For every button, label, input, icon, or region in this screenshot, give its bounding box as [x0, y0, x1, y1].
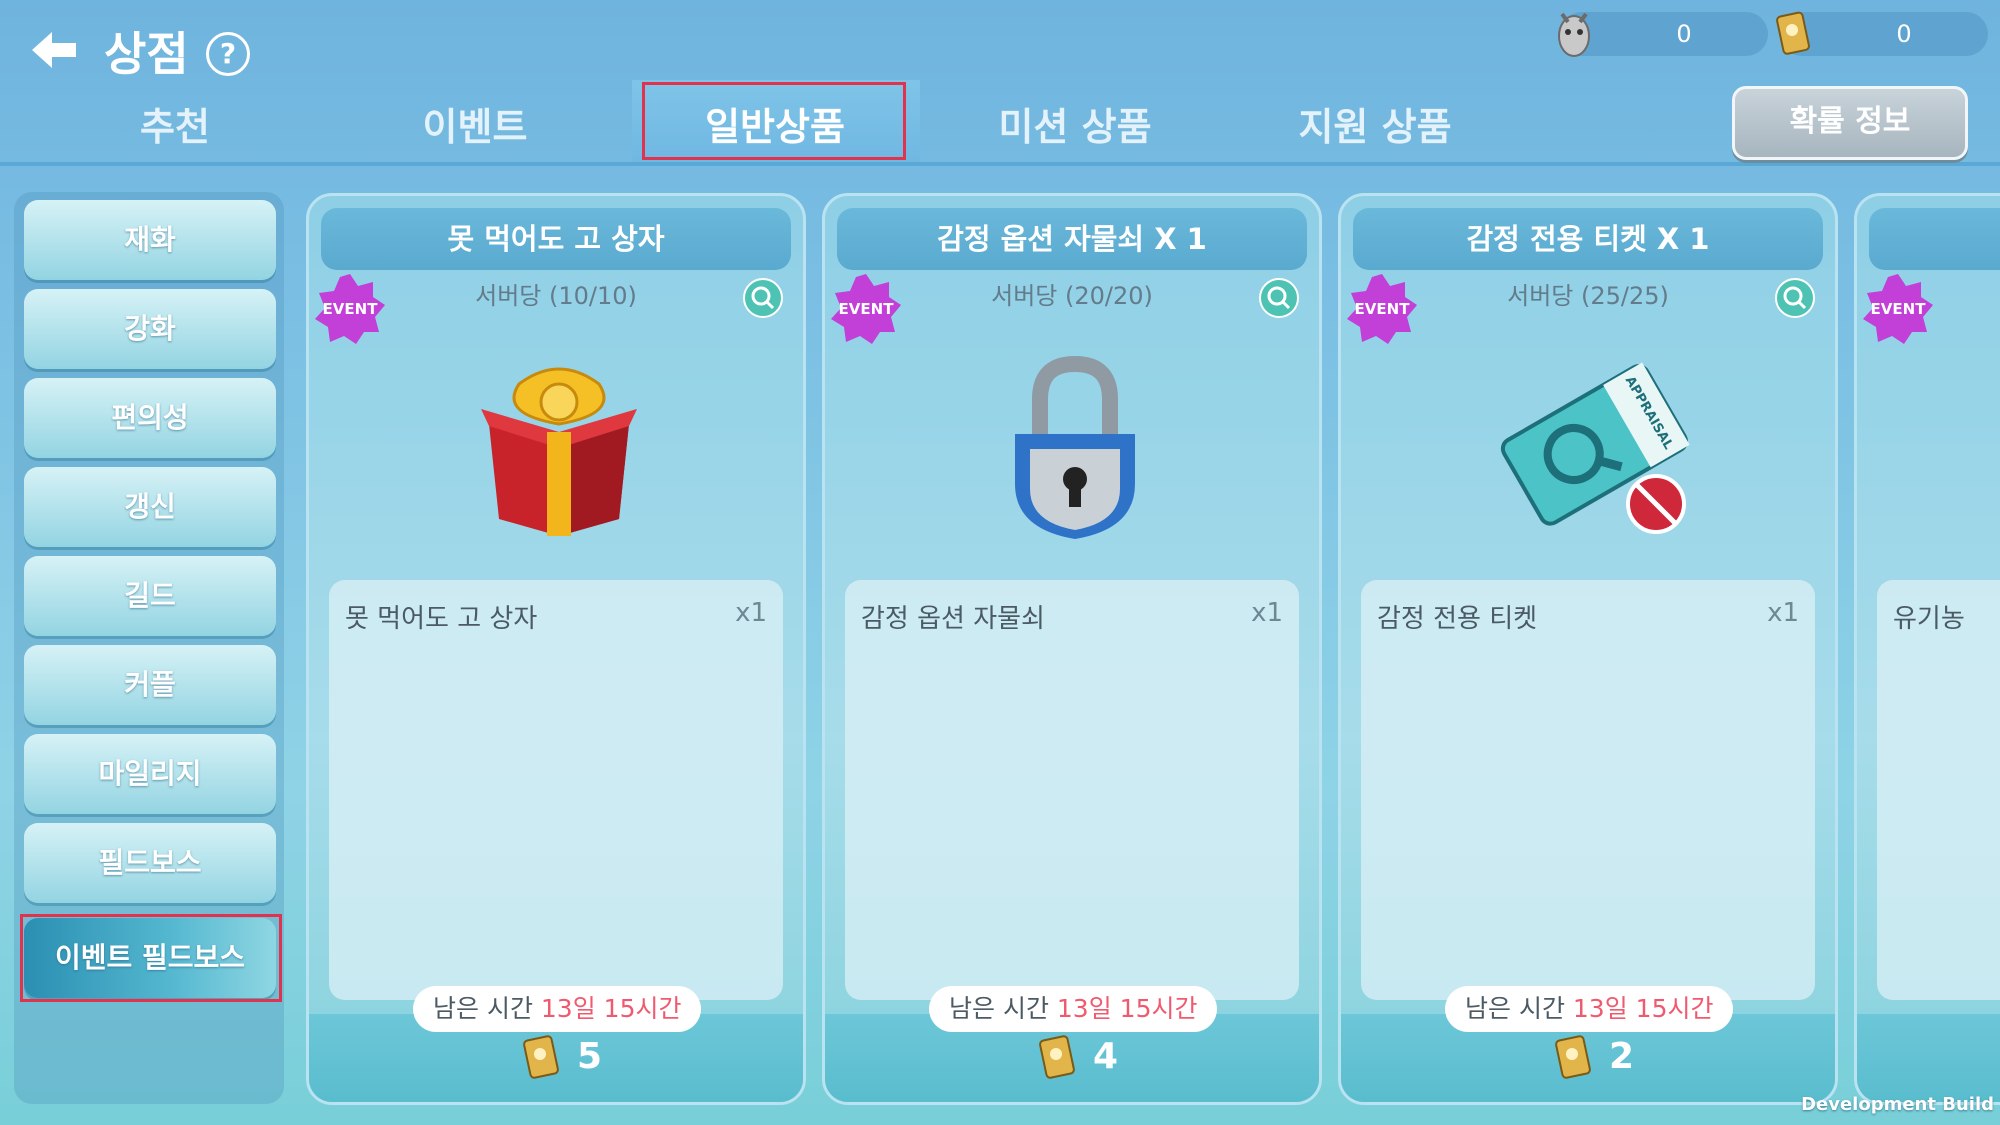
tab-support-items[interactable]: 지원 상품	[1260, 92, 1490, 162]
sidebar-item-guild[interactable]: 길드	[24, 556, 276, 636]
ticket-currency-icon	[1555, 1035, 1591, 1079]
product-card[interactable]: 감정 옵션 자물쇠 X 1 EVENT 서버당 (20/20) 감정 옵션 자물…	[822, 193, 1322, 1105]
remaining-time-label: 남은 시간	[433, 994, 533, 1023]
padlock-icon	[1015, 355, 1135, 539]
sidebar-item-mileage[interactable]: 마일리지	[24, 734, 276, 814]
ticket-currency-icon	[1776, 11, 1810, 55]
ticket-currency-icon	[523, 1035, 559, 1079]
item-name: 감정 전용 티켓	[1377, 604, 1538, 634]
product-card[interactable]: EVENT 유기농	[1854, 193, 2000, 1105]
item-quantity: x1	[1251, 598, 1283, 628]
item-list: 감정 옵션 자물쇠 x1	[845, 580, 1299, 1000]
search-icon[interactable]	[743, 278, 783, 318]
page-title: 상점	[104, 27, 189, 81]
sidebar-item-renewal[interactable]: 갱신	[24, 467, 276, 547]
tab-highlight-box	[642, 82, 906, 160]
remaining-time: 남은 시간 13일 15시간	[413, 986, 702, 1032]
tab-recommended[interactable]: 추천	[60, 92, 290, 162]
sidebar-item-enhance[interactable]: 강화	[24, 289, 276, 369]
item-quantity: x1	[735, 598, 767, 628]
item-name: 유기농	[1893, 604, 1965, 634]
purchase-limit: 서버당 (20/20)	[991, 282, 1153, 310]
sidebar-item-convenience[interactable]: 편의성	[24, 378, 276, 458]
item-list: 못 먹어도 고 상자 x1	[329, 580, 783, 1000]
search-icon[interactable]	[1259, 278, 1299, 318]
tab-mission-items[interactable]: 미션 상품	[960, 92, 1190, 162]
development-build-label: Development Build	[1801, 1094, 1994, 1115]
remaining-time-value: 13일 15시간	[540, 994, 682, 1023]
price-bar	[1857, 1014, 2000, 1102]
event-badge-icon: EVENT	[1863, 274, 1933, 344]
pet-currency: 0	[1558, 12, 1768, 57]
purchase-limit: 서버당 (10/10)	[475, 282, 637, 310]
tab-divider	[0, 162, 2000, 166]
sidebar-highlight-box	[20, 914, 282, 1002]
product-title: 감정 전용 티켓 X 1	[1353, 208, 1823, 270]
pet-currency-icon	[1558, 12, 1590, 57]
remaining-time-label: 남은 시간	[1465, 994, 1565, 1023]
help-icon[interactable]: ?	[206, 32, 250, 76]
event-badge-label: EVENT	[1871, 300, 1927, 318]
ticket-currency: 0	[1776, 11, 1988, 56]
product-card[interactable]: 감정 전용 티켓 X 1 EVENT 서버당 (25/25) APPRAISAL…	[1338, 193, 1838, 1105]
remaining-time: 남은 시간 13일 15시간	[929, 986, 1218, 1032]
product-card[interactable]: 못 먹어도 고 상자 EVENT 서버당 (10/10) 못 먹어도 고 상자 …	[306, 193, 806, 1105]
sidebar-item-couple[interactable]: 커플	[24, 645, 276, 725]
item-list: 감정 전용 티켓 x1	[1361, 580, 1815, 1000]
sidebar-item-currency[interactable]: 재화	[24, 200, 276, 280]
gift-box-icon	[481, 367, 637, 536]
remaining-time-label: 남은 시간	[949, 994, 1049, 1023]
remaining-time: 남은 시간 13일 15시간	[1445, 986, 1734, 1032]
product-title: 못 먹어도 고 상자	[321, 208, 791, 270]
tab-event[interactable]: 이벤트	[360, 92, 590, 162]
item-list: 유기농	[1877, 580, 2000, 1000]
back-arrow-icon[interactable]	[30, 30, 78, 70]
probability-info-button[interactable]: 확률 정보	[1732, 86, 1968, 160]
ticket-currency-icon	[1039, 1035, 1075, 1079]
purchase-limit: 서버당 (25/25)	[1507, 282, 1669, 310]
ticket-currency-value: 0	[1896, 20, 1912, 48]
price-value: 2	[1609, 1036, 1635, 1077]
price-value: 5	[577, 1036, 603, 1077]
product-title: 감정 옵션 자물쇠 X 1	[837, 208, 1307, 270]
price-value: 4	[1093, 1036, 1119, 1077]
pet-currency-value: 0	[1676, 20, 1692, 48]
sidebar-item-field-boss[interactable]: 필드보스	[24, 823, 276, 903]
item-quantity: x1	[1767, 598, 1799, 628]
search-icon[interactable]	[1775, 278, 1815, 318]
product-title	[1869, 208, 2000, 270]
item-name: 감정 옵션 자물쇠	[861, 604, 1045, 634]
item-name: 못 먹어도 고 상자	[345, 604, 538, 634]
remaining-time-value: 13일 15시간	[1056, 994, 1198, 1023]
remaining-time-value: 13일 15시간	[1572, 994, 1714, 1023]
appraisal-ticket-icon: APPRAISAL	[1500, 362, 1690, 534]
